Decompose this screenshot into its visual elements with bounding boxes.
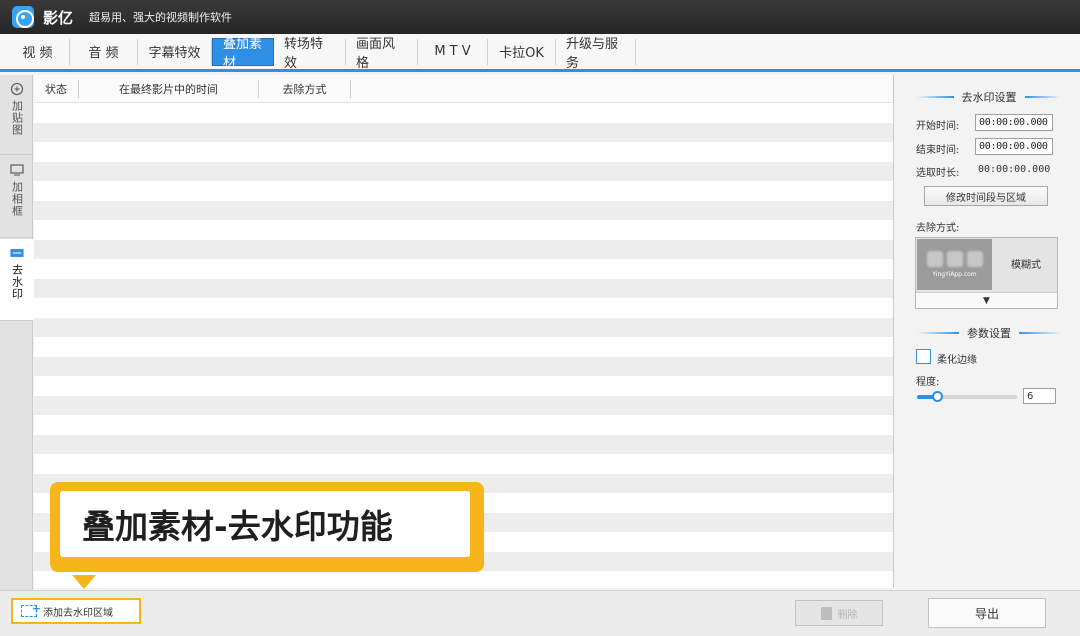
app-slogan: 超易用、强大的视频制作软件 [89, 11, 233, 24]
left-tab-add-frame[interactable]: 加相框 [0, 156, 33, 238]
empty-list-row [34, 317, 893, 337]
watermark-icon [9, 247, 24, 259]
empty-list-row [34, 454, 893, 474]
empty-list-row [34, 181, 893, 201]
duration-label: 选取时长: [916, 168, 960, 179]
level-input[interactable]: 6 [1023, 388, 1056, 404]
soften-edges-label: 柔化边缘 [937, 355, 977, 366]
callout-text: 叠加素材-去水印功能 [60, 491, 470, 557]
left-tab-label: 加相框 [10, 181, 24, 217]
tab-subtitle-effects[interactable]: 字幕特效 [138, 38, 212, 65]
empty-list-row [34, 122, 893, 142]
empty-list-row [34, 239, 893, 259]
add-watermark-region-label: 添加去水印区域 [43, 607, 113, 619]
left-tab-strip: 加贴图 加相框 去水印 [0, 75, 34, 590]
empty-list-row [34, 161, 893, 181]
method-preview-thumbnail: YingYiApp.com [917, 239, 992, 290]
tab-transition-effects[interactable]: 转场特效 [274, 37, 346, 71]
empty-list-row [34, 259, 893, 279]
end-time-input[interactable]: 00:00:00.000 [975, 138, 1053, 155]
empty-list-row [34, 337, 893, 357]
main-tab-bar: 视 频 音 频 字幕特效 叠加素材 转场特效 画面风格 M T V 卡拉OK 升… [0, 34, 1080, 72]
tab-picture-style[interactable]: 画面风格 [346, 37, 418, 71]
tab-video[interactable]: 视 频 [6, 38, 70, 65]
callout-pointer [72, 575, 96, 589]
column-removal-method[interactable]: 去除方式 [259, 79, 351, 98]
bottom-toolbar: 添加去水印区域 删除 导出 [0, 590, 1080, 636]
method-dropdown-toggle[interactable]: ▼ [916, 292, 1057, 308]
left-tab-add-sticker[interactable]: 加贴图 [0, 75, 33, 155]
add-region-icon [21, 602, 41, 617]
end-time-label: 结束时间: [916, 145, 960, 156]
tab-audio[interactable]: 音 频 [70, 38, 138, 65]
empty-list-row [34, 571, 893, 588]
level-label: 程度: [916, 377, 940, 388]
column-time-in-final-movie[interactable]: 在最终影片中的时间 [79, 79, 259, 98]
empty-list-row [34, 298, 893, 318]
empty-list-row [34, 434, 893, 454]
empty-list-row [34, 278, 893, 298]
delete-label: 删除 [837, 609, 858, 621]
thumbnail-caption: YingYiApp.com [932, 271, 977, 278]
delete-button[interactable]: 删除 [795, 600, 883, 626]
left-tab-label: 加贴图 [10, 100, 24, 136]
frame-icon [9, 164, 24, 176]
soften-edges-checkbox[interactable] [916, 349, 931, 364]
blur-block [947, 251, 963, 267]
empty-list-row [34, 200, 893, 220]
sticker-icon [10, 82, 24, 96]
list-column-header: 状态 在最终影片中的时间 去除方式 [34, 75, 893, 103]
empty-list-row [34, 142, 893, 162]
empty-list-row [34, 103, 893, 123]
column-status[interactable]: 状态 [34, 79, 79, 98]
tab-upgrade-service[interactable]: 升级与服务 [556, 37, 636, 71]
feature-callout: 叠加素材-去水印功能 [50, 482, 484, 572]
empty-list-row [34, 415, 893, 435]
caret-down-icon: ▼ [983, 295, 990, 306]
settings-section-title: 去水印设置 [909, 89, 1069, 105]
method-value: 模糊式 [1011, 260, 1041, 271]
trash-icon [820, 606, 832, 620]
start-time-input[interactable]: 00:00:00.000 [975, 114, 1053, 131]
empty-list-row [34, 356, 893, 376]
removal-method-selector[interactable]: YingYiApp.com 模糊式 ▼ [915, 237, 1058, 309]
left-tab-label: 去水印 [10, 264, 24, 300]
duration-value: 00:00:00.000 [978, 164, 1051, 175]
tab-karaoke[interactable]: 卡拉OK [488, 38, 556, 65]
export-button[interactable]: 导出 [928, 598, 1046, 628]
watermark-settings-panel: 去水印设置 开始时间: 00:00:00.000 结束时间: 00:00:00.… [895, 75, 1080, 590]
empty-list-row [34, 395, 893, 415]
modify-time-and-region-button[interactable]: 修改时间段与区域 [924, 186, 1048, 206]
tab-overlay-material[interactable]: 叠加素材 [212, 37, 274, 71]
removal-method-label: 去除方式: [916, 223, 960, 234]
app-logo-icon [12, 6, 34, 28]
empty-list-row [34, 220, 893, 240]
level-slider-handle[interactable] [932, 391, 943, 402]
blur-block [927, 251, 943, 267]
params-section-title: 参数设置 [909, 325, 1069, 341]
add-watermark-region-button[interactable]: 添加去水印区域 [11, 598, 141, 624]
level-slider[interactable] [917, 391, 1017, 402]
tab-mtv[interactable]: M T V [418, 38, 488, 65]
title-bar: 影亿 超易用、强大的视频制作软件 [0, 0, 1080, 34]
start-time-label: 开始时间: [916, 121, 960, 132]
left-tab-remove-watermark[interactable]: 去水印 [0, 239, 34, 321]
blur-block [967, 251, 983, 267]
empty-list-row [34, 376, 893, 396]
app-name: 影亿 [43, 8, 74, 27]
